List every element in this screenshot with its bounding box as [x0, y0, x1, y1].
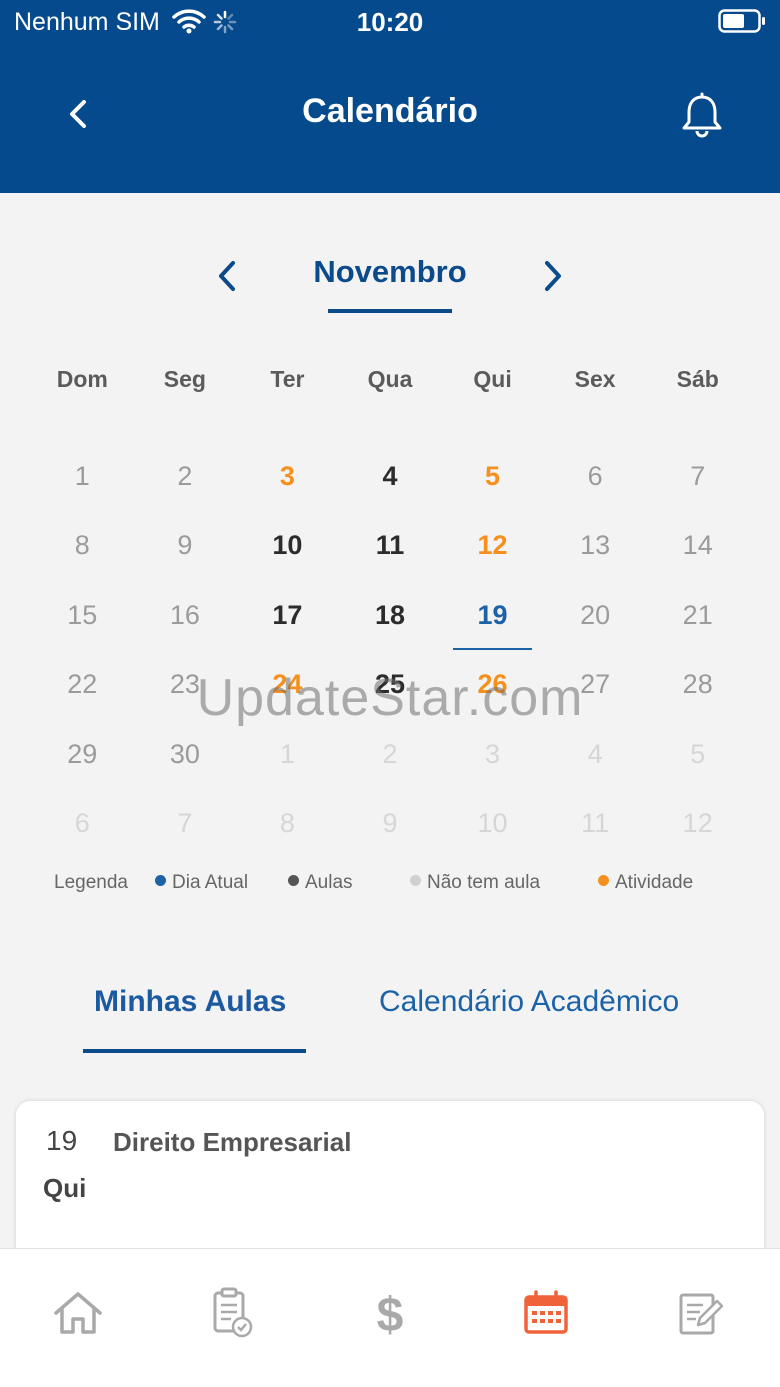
calendar-day[interactable]: 23: [134, 650, 237, 719]
calendar-day[interactable]: 15: [31, 581, 134, 650]
view-tabs: Minhas Aulas Calendário Acadêmico: [0, 985, 780, 1055]
calendar-day: 11: [581, 807, 610, 838]
dollar-icon: $: [377, 1289, 404, 1339]
calendar-day: 5: [690, 738, 706, 769]
class-day-number: 19: [46, 1125, 78, 1156]
legend-label: Dia Atual: [172, 872, 249, 893]
tab-my-classes[interactable]: Minhas Aulas: [94, 985, 286, 1019]
chevron-left-icon: [219, 261, 235, 291]
calendar-day[interactable]: 11: [339, 511, 442, 580]
svg-text:$: $: [377, 1289, 404, 1339]
weekday-label: Ter: [270, 366, 305, 392]
calendar-day[interactable]: 17: [236, 581, 339, 650]
calendar-day[interactable]: 10: [236, 511, 339, 580]
nav-tasks[interactable]: [202, 1283, 262, 1343]
orange-dot-icon: [598, 875, 609, 886]
calendar-icon: [524, 1290, 568, 1334]
weekday-label: Qui: [473, 366, 512, 392]
month-selector: Novembro: [0, 252, 780, 322]
calendar-day[interactable]: 27: [544, 650, 647, 719]
blue-dot-icon: [155, 875, 166, 886]
battery-icon: [718, 9, 766, 38]
calendar-day[interactable]: 9: [134, 511, 237, 580]
calendar-day[interactable]: 13: [544, 511, 647, 580]
calendar-day[interactable]: 21: [646, 581, 749, 650]
calendar-day: 8: [279, 807, 295, 838]
calendar-day[interactable]: 16: [134, 581, 237, 650]
home-icon: [54, 1292, 102, 1334]
calendar-day[interactable]: 4: [339, 442, 442, 511]
next-month-button[interactable]: [538, 256, 568, 301]
clipboard-check-icon: [213, 1287, 253, 1338]
calendar-day[interactable]: 29: [31, 720, 134, 789]
legend-item-no-class: Não tem aula: [410, 872, 540, 894]
calendar-day: 9: [382, 807, 398, 838]
nav-calendar[interactable]: [516, 1283, 576, 1343]
calendar-day[interactable]: 30: [134, 720, 237, 789]
page-title: Calendário: [302, 92, 478, 130]
calendar-day: 1: [279, 738, 295, 769]
calendar-day[interactable]: 26: [441, 650, 544, 719]
calendar-day: 7: [177, 807, 193, 838]
status-bar: Nenhum SIM 10:20: [0, 0, 780, 44]
edit-document-icon: [679, 1293, 724, 1335]
calendar-day: 4: [587, 738, 603, 769]
calendar-day[interactable]: 3: [236, 442, 339, 511]
calendar-day[interactable]: 8: [31, 511, 134, 580]
legend-item-activity: Atividade: [598, 872, 693, 894]
bell-icon: [682, 92, 722, 138]
calendar-day[interactable]: 2: [134, 442, 237, 511]
month-underline: [328, 309, 452, 313]
weekday-label: Dom: [56, 366, 108, 392]
notifications-button[interactable]: [680, 92, 724, 143]
legend-item-classes: Aulas: [288, 872, 353, 894]
calendar-day[interactable]: 28: [646, 650, 749, 719]
calendar-day[interactable]: 19: [441, 581, 544, 651]
calendar-day[interactable]: 6: [544, 442, 647, 511]
calendar-day[interactable]: 18: [339, 581, 442, 650]
calendar-day: 2: [382, 738, 398, 769]
calendar-day[interactable]: 7: [646, 442, 749, 511]
calendar-day[interactable]: 12: [441, 511, 544, 580]
bottom-nav: $: [0, 1248, 780, 1387]
calendar-day[interactable]: 20: [544, 581, 647, 650]
legend-label: Não tem aula: [427, 872, 541, 893]
legend-label: Atividade: [615, 872, 694, 893]
nav-home[interactable]: [48, 1283, 108, 1343]
calendar-day: 3: [485, 738, 501, 769]
weekday-label: Seg: [163, 366, 206, 392]
calendar-grid: 1 2 3 4 5 6 7 8 9 10 11 12 13 14 15 16 17 18 19 20 21 22 23 24 2…: [31, 442, 749, 858]
gray-dot-icon: [288, 875, 299, 886]
nav-finance[interactable]: $: [360, 1283, 420, 1343]
nav-notes[interactable]: [670, 1283, 730, 1343]
calendar-day[interactable]: 22: [31, 650, 134, 719]
calendar-day: 10: [477, 807, 508, 838]
chevron-right-icon: [545, 261, 561, 291]
app-header: Nenhum SIM 10:20 Calendário: [0, 0, 780, 193]
weekday-header: Dom Seg Ter Qua Qui Sex Sáb: [31, 366, 749, 393]
calendar-day[interactable]: 14: [646, 511, 749, 580]
active-tab-indicator: [83, 1049, 306, 1053]
month-label[interactable]: Novembro: [290, 254, 490, 290]
legend-item-current-day: Dia Atual: [155, 872, 248, 894]
tab-academic-calendar[interactable]: Calendário Acadêmico: [379, 985, 679, 1019]
previous-month-button[interactable]: [212, 256, 242, 301]
calendar-day[interactable]: 24: [236, 650, 339, 719]
weekday-label: Sáb: [676, 366, 719, 392]
weekday-label: Sex: [574, 366, 616, 392]
light-gray-dot-icon: [410, 875, 421, 886]
status-time: 10:20: [356, 7, 424, 37]
calendar-day[interactable]: 25: [339, 650, 442, 719]
calendar-day: 12: [682, 807, 713, 838]
legend-label: Aulas: [305, 872, 353, 893]
calendar-day[interactable]: 1: [31, 442, 134, 511]
calendar-day[interactable]: 5: [441, 442, 544, 511]
legend-title: Legenda: [54, 872, 128, 893]
calendar-day: 6: [74, 807, 90, 838]
class-subject: Direito Empresarial: [113, 1127, 352, 1157]
weekday-label: Qua: [367, 366, 413, 392]
class-weekday: Qui: [43, 1173, 87, 1203]
